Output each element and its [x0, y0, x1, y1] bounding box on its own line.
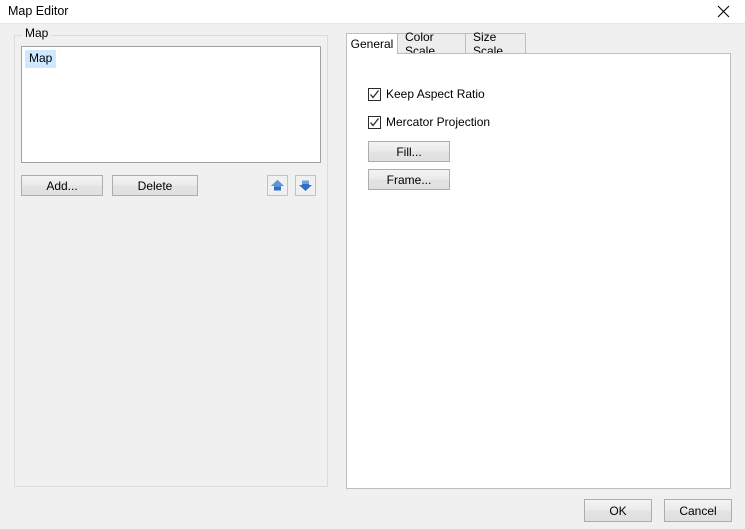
ok-button[interactable]: OK: [584, 499, 652, 522]
move-down-button[interactable]: [295, 175, 316, 196]
add-button[interactable]: Add...: [21, 175, 103, 196]
keep-aspect-ratio-checkbox[interactable]: Keep Aspect Ratio: [368, 87, 485, 101]
mercator-projection-label: Mercator Projection: [386, 115, 491, 129]
tab-color-scale[interactable]: Color Scale: [397, 30, 466, 58]
map-group-label: Map: [22, 26, 52, 40]
fill-button[interactable]: Fill...: [368, 141, 450, 162]
title-bar: Map Editor: [0, 0, 745, 24]
move-up-button[interactable]: [267, 175, 288, 196]
checkbox-checked-icon: [368, 87, 381, 101]
delete-button[interactable]: Delete: [112, 175, 198, 196]
close-button[interactable]: [701, 0, 745, 23]
tabs-container: General Color Scale Size Scale Keep Aspe…: [346, 30, 731, 489]
arrow-up-icon: [270, 179, 285, 192]
list-item[interactable]: Map: [25, 50, 57, 68]
tab-general[interactable]: General: [346, 33, 398, 54]
frame-button[interactable]: Frame...: [368, 169, 450, 190]
tab-panel-general: Keep Aspect Ratio Mercator Projection Fi…: [346, 53, 731, 489]
close-icon: [717, 5, 730, 18]
cancel-button[interactable]: Cancel: [664, 499, 732, 522]
checkbox-checked-icon: [368, 115, 381, 129]
map-list-box[interactable]: Map: [21, 46, 321, 163]
mercator-projection-checkbox[interactable]: Mercator Projection: [368, 115, 490, 129]
keep-aspect-ratio-label: Keep Aspect Ratio: [386, 87, 485, 101]
window-title: Map Editor: [8, 4, 69, 18]
tabstrip: General Color Scale Size Scale: [346, 30, 731, 58]
tab-size-scale[interactable]: Size Scale: [465, 30, 526, 58]
arrow-down-icon: [298, 179, 313, 192]
